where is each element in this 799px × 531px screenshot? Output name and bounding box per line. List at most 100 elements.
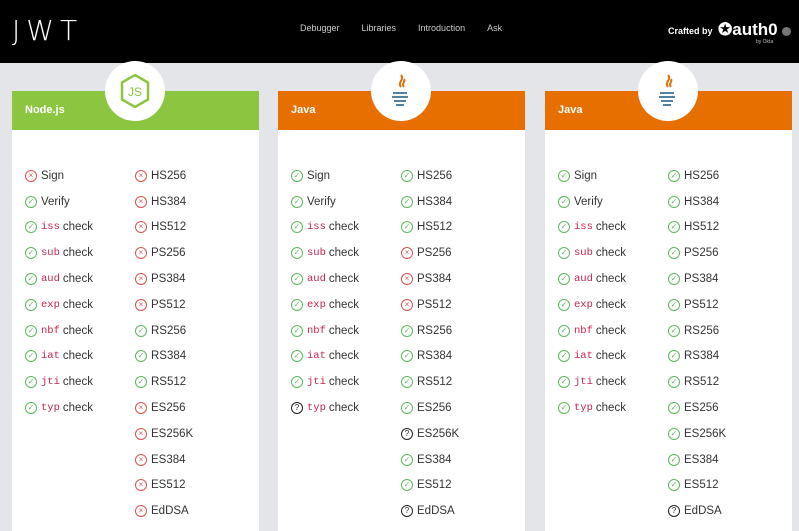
ok-icon: ✓ xyxy=(401,195,413,208)
ok-icon: ✓ xyxy=(291,324,303,337)
feature-label: check xyxy=(62,221,93,234)
fail-icon: × xyxy=(25,169,37,182)
algorithm-item: × PS512 xyxy=(401,292,459,318)
algorithm-label: PS384 xyxy=(417,273,452,286)
feature-label: check xyxy=(62,273,93,286)
feature-item: ✓ nbf check xyxy=(558,318,626,344)
claim-code: iss xyxy=(574,221,593,234)
ok-icon: ✓ xyxy=(25,350,37,363)
algorithm-label: PS512 xyxy=(684,298,719,311)
ok-icon: ✓ xyxy=(558,247,570,260)
claim-code: iat xyxy=(574,350,593,363)
algorithm-item: ✓ HS512 xyxy=(668,215,726,241)
fail-icon: × xyxy=(135,273,147,286)
algorithm-label: RS512 xyxy=(417,376,453,389)
feature-item: ✓ Verify xyxy=(558,189,626,215)
algorithm-label: ES256 xyxy=(417,402,452,415)
jwt-logo[interactable]: JWT xyxy=(12,14,83,47)
feature-item: ✓ aud check xyxy=(291,266,359,292)
claim-code: nbf xyxy=(41,324,60,337)
algorithm-label: EdDSA xyxy=(417,505,455,518)
algorithm-label: HS512 xyxy=(417,221,453,234)
algorithm-label: RS384 xyxy=(151,350,187,363)
algorithm-item: ✓ RS256 xyxy=(401,318,459,344)
ok-icon: ✓ xyxy=(668,247,680,260)
algorithm-item: ✓ PS512 xyxy=(668,292,726,318)
feature-item: ✓ Verify xyxy=(291,189,359,215)
algorithm-label: EdDSA xyxy=(684,505,722,518)
algorithm-item: × PS512 xyxy=(135,292,193,318)
nav-ask[interactable]: Ask xyxy=(487,23,502,33)
algorithm-item: ✓ HS384 xyxy=(668,189,726,215)
algorithm-label: ES256K xyxy=(417,427,460,440)
algorithm-item: × HS384 xyxy=(135,189,193,215)
feature-label: check xyxy=(595,350,626,363)
algorithm-label: ES384 xyxy=(684,453,719,466)
ok-icon: ✓ xyxy=(668,402,680,415)
library-card: Node.js JS × Sign ✓ Verify ✓ iss check ✓ sub check… xyxy=(12,61,259,531)
claim-code: sub xyxy=(574,247,593,260)
algorithm-label: ES256K xyxy=(151,427,194,440)
algorithm-label: ES256 xyxy=(684,402,719,415)
feature-label: check xyxy=(595,402,626,415)
ok-icon: ✓ xyxy=(558,169,570,182)
algorithm-label: HS256 xyxy=(417,169,453,182)
algorithm-item: ✓ ES256 xyxy=(668,395,726,421)
fail-icon: × xyxy=(135,169,147,182)
claim-code: jti xyxy=(574,376,593,389)
ok-icon: ✓ xyxy=(668,376,680,389)
ok-icon: ✓ xyxy=(291,247,303,260)
unknown-icon: ? xyxy=(401,505,413,518)
ok-icon: ✓ xyxy=(291,273,303,286)
claim-code: aud xyxy=(41,273,60,286)
info-icon[interactable] xyxy=(782,27,791,36)
algorithm-label: RS256 xyxy=(684,324,720,337)
nav-introduction[interactable]: Introduction xyxy=(418,23,465,33)
algorithm-item: ? ES256K xyxy=(401,421,459,447)
claim-code: exp xyxy=(574,298,593,311)
feature-label: check xyxy=(328,376,359,389)
ok-icon: ✓ xyxy=(668,195,680,208)
algorithm-item: × PS256 xyxy=(401,240,459,266)
algorithm-label: ES512 xyxy=(684,479,719,492)
ok-icon: ✓ xyxy=(558,324,570,337)
fail-icon: × xyxy=(135,427,147,440)
fail-icon: × xyxy=(135,247,147,260)
claim-code: typ xyxy=(307,402,326,415)
algorithm-item: ✓ RS512 xyxy=(401,369,459,395)
fail-icon: × xyxy=(135,402,147,415)
claim-code: aud xyxy=(574,273,593,286)
feature-item: ✓ iat check xyxy=(291,344,359,370)
fail-icon: × xyxy=(135,195,147,208)
algorithm-item: ? EdDSA xyxy=(668,498,726,524)
ok-icon: ✓ xyxy=(558,195,570,208)
fail-icon: × xyxy=(135,505,147,518)
algorithm-item: ✓ RS512 xyxy=(668,369,726,395)
ok-icon: ✓ xyxy=(668,350,680,363)
feature-item: ✓ Sign xyxy=(558,163,626,189)
algorithm-item: × EdDSA xyxy=(135,498,193,524)
feature-label: Verify xyxy=(574,195,603,208)
ok-icon: ✓ xyxy=(401,402,413,415)
card-title: Java xyxy=(291,104,316,116)
algorithm-label: RS512 xyxy=(151,376,187,389)
feature-label: check xyxy=(595,324,626,337)
feature-label: check xyxy=(328,273,359,286)
unknown-icon: ? xyxy=(401,427,413,440)
java-logo xyxy=(371,61,431,121)
claim-code: jti xyxy=(307,376,326,389)
ok-icon: ✓ xyxy=(401,350,413,363)
ok-icon: ✓ xyxy=(291,221,303,234)
card-title: Node.js xyxy=(25,104,65,116)
feature-label: check xyxy=(328,221,359,234)
algorithm-label: PS512 xyxy=(417,298,452,311)
feature-label: check xyxy=(62,247,93,260)
feature-label: check xyxy=(595,221,626,234)
feature-item: ✓ Sign xyxy=(291,163,359,189)
nav-debugger[interactable]: Debugger xyxy=(300,23,340,33)
nav-libraries[interactable]: Libraries xyxy=(362,23,397,33)
claim-code: iat xyxy=(41,350,60,363)
ok-icon: ✓ xyxy=(135,376,147,389)
auth0-logo[interactable]: ✪auth0 xyxy=(718,20,778,40)
feature-item: ✓ aud check xyxy=(25,266,93,292)
